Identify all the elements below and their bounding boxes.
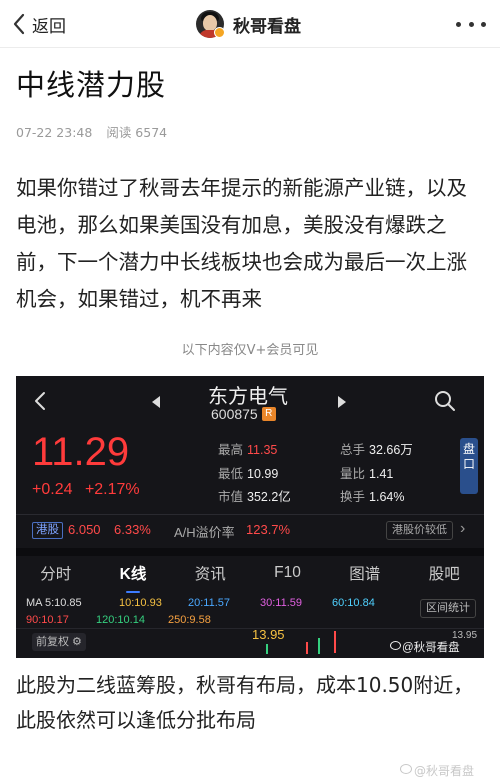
prev-stock-arrow-icon xyxy=(152,396,160,408)
ma-10: 10:10.93 xyxy=(119,597,162,609)
candle xyxy=(334,631,336,653)
stat-turnover: 换手 1.64% xyxy=(340,490,405,504)
stat-high: 最高 11.35 xyxy=(218,443,278,457)
tab-f10: F10 xyxy=(274,564,301,581)
vip-only-note: 以下内容仅V+会员可见 xyxy=(181,343,319,358)
tab-news: 资讯 xyxy=(194,566,226,583)
order-book-button: 盘口 xyxy=(460,438,478,494)
hk-percent: 6.33% xyxy=(114,522,151,537)
account-name: 秋哥看盘 xyxy=(233,16,301,37)
page-watermark: @秋哥看盘 xyxy=(414,764,475,778)
ma-30: 30:11.59 xyxy=(260,597,303,609)
change-percent: +2.17% xyxy=(84,481,140,498)
chevron-left-icon xyxy=(13,13,25,35)
image-watermark: @秋哥看盘 xyxy=(402,642,460,654)
stock-name: 东方电气 xyxy=(208,386,288,408)
ma-60: 60:10.84 xyxy=(332,597,375,609)
tab-kline: K线 xyxy=(118,558,149,593)
candle xyxy=(266,644,268,654)
stat-low: 最低 10.99 xyxy=(218,467,279,481)
ma-90: 90:10.17 xyxy=(26,614,69,626)
change-value: +0.24 xyxy=(32,481,73,498)
back-button[interactable]: 返回 xyxy=(12,10,66,38)
range-stats-button: 区间统计 xyxy=(420,599,476,618)
tab-timeshare: 分时 xyxy=(40,566,72,583)
back-label: 返回 xyxy=(32,16,66,37)
article-title: 中线潜力股 xyxy=(16,68,167,102)
ma-120: 120:10.14 xyxy=(96,614,145,626)
chart-price-marker: 13.95 xyxy=(252,627,285,642)
top-bar: 返回 秋哥看盘 xyxy=(0,0,500,48)
article-meta: 07-22 23:48 阅读 6574 xyxy=(16,122,167,141)
ma-250: 250:9.58 xyxy=(168,614,211,626)
stat-volume-ratio: 量比 1.41 xyxy=(340,467,394,481)
ma-5: MA 5:10.85 xyxy=(26,597,82,609)
ah-premium-value: 123.7% xyxy=(246,522,291,537)
tab-forum: 股吧 xyxy=(428,566,460,583)
publish-time: 07-22 23:48 xyxy=(16,125,93,140)
stock-code: 600875 xyxy=(211,406,258,422)
chevron-right-icon: › xyxy=(460,520,466,537)
price-change: +0.24 +2.17% xyxy=(32,481,140,499)
hk-price: 6.050 xyxy=(68,522,101,537)
stock-code-row: 600875 R xyxy=(211,406,276,422)
weibo-icon xyxy=(390,641,401,650)
more-options-icon[interactable] xyxy=(456,14,486,34)
price-adjust-button: 前复权 ⚙ xyxy=(32,633,86,651)
weibo-icon xyxy=(400,764,412,774)
hk-tag: 港股 xyxy=(32,522,63,539)
tab-chart-map: 图谱 xyxy=(349,566,381,583)
ah-premium-label: A/H溢价率 xyxy=(174,525,235,540)
stock-screenshot: 东方电气 600875 R 11.29 +0.24 +2.17% 最高 11.35… xyxy=(16,376,484,658)
candle xyxy=(318,638,320,654)
search-icon xyxy=(435,391,455,411)
account-header[interactable]: 秋哥看盘 xyxy=(196,8,301,40)
article-paragraph-2: 此股为二线蓝筹股，秋哥有布局，成本10.50附近，此股依然可以逢低分批布局 xyxy=(16,673,474,732)
candle xyxy=(306,642,308,654)
article-paragraph-1: 如果你错过了秋哥去年提示的新能源产业链，以及电池，那么如果美国没有加息，美股没有… xyxy=(16,176,467,311)
stat-market-cap: 市值 352.2亿 xyxy=(218,490,291,504)
next-stock-arrow-icon xyxy=(338,396,346,408)
stat-volume: 总手 32.66万 xyxy=(340,443,413,457)
stock-tabs: 分时 K线 资讯 F10 图谱 股吧 xyxy=(16,556,484,593)
current-price: 11.29 xyxy=(32,430,130,474)
chevron-left-icon xyxy=(35,392,45,410)
read-count: 阅读 6574 xyxy=(106,125,168,140)
r-badge: R xyxy=(261,407,276,421)
ma-20: 20:11.57 xyxy=(188,597,231,609)
hk-compare-button: 港股价较低 xyxy=(386,521,453,540)
verified-badge-icon xyxy=(214,27,225,38)
